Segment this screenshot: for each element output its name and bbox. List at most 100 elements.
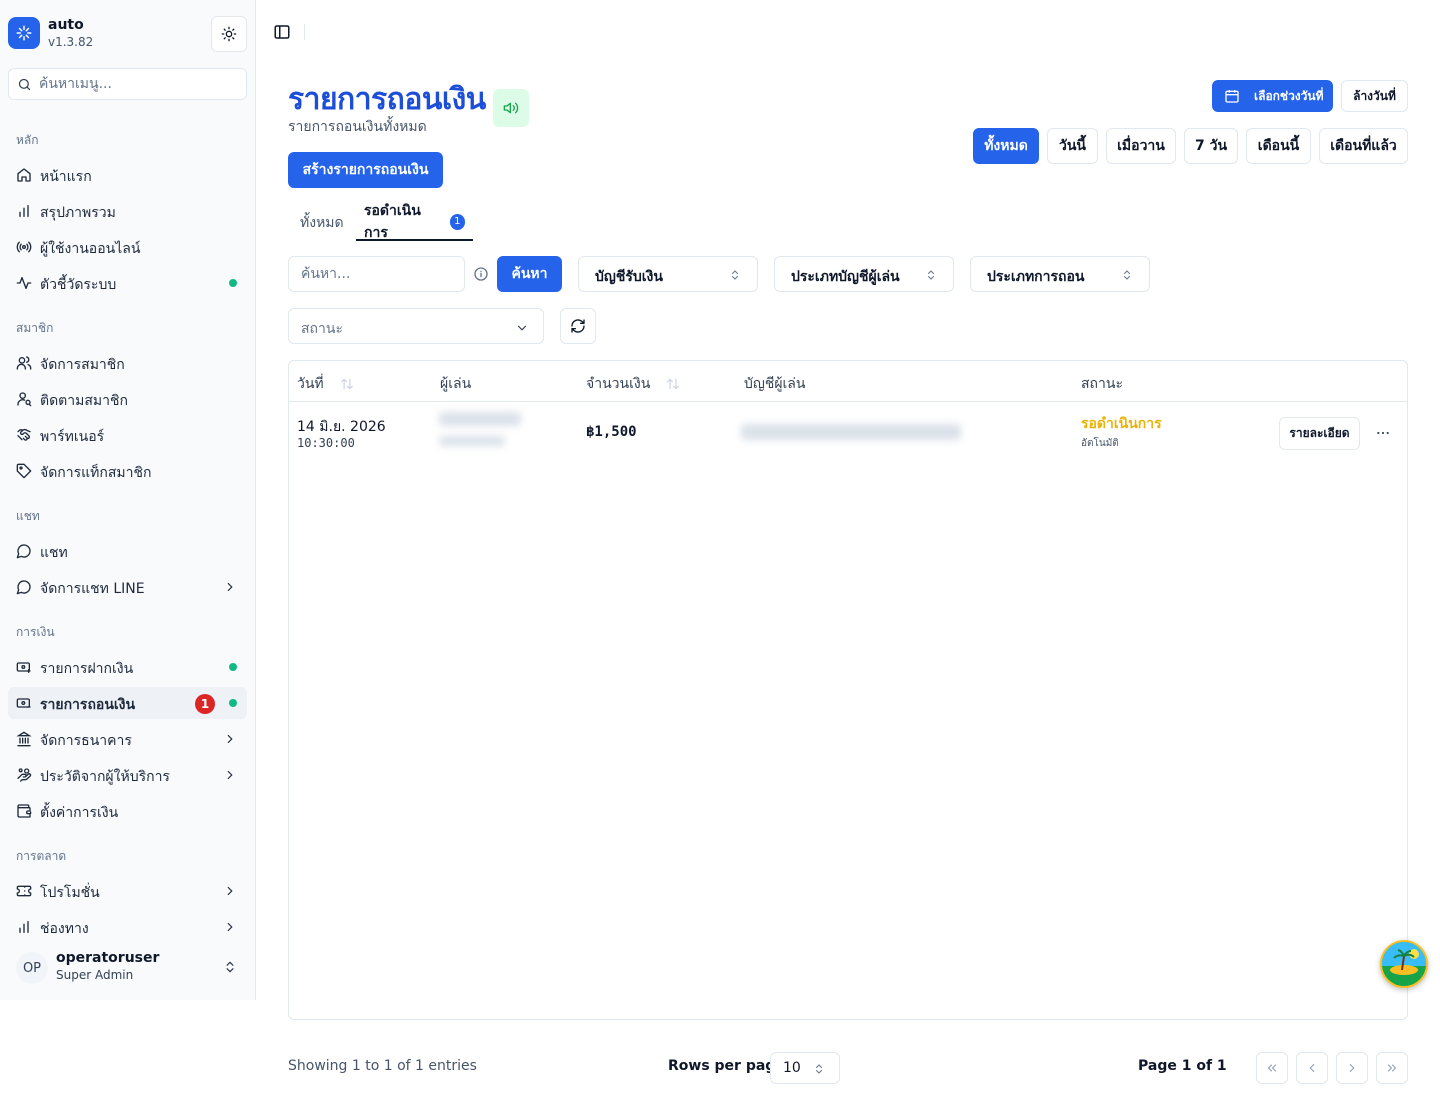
sidebar-item-system-metrics[interactable]: ตัวชี้วัดระบบ <box>8 267 247 299</box>
pending-count-badge: 1 <box>195 694 215 714</box>
col-amount-header[interactable]: จำนวนเงิน <box>586 373 680 395</box>
broadcast-icon <box>16 241 32 253</box>
row-date: 14 มิ.ย. 2026 <box>297 419 386 435</box>
floating-widget-button[interactable] <box>1380 940 1428 988</box>
chevrons-right-icon <box>1387 1064 1397 1072</box>
last-page-button[interactable] <box>1376 1052 1408 1084</box>
chevrons-up-down-icon <box>928 270 934 280</box>
ticket-icon <box>16 885 32 897</box>
chevron-down-icon <box>517 325 527 331</box>
sidebar-item-home[interactable]: หน้าแรก <box>8 159 247 191</box>
sidebar-item-member-tags[interactable]: จัดการแท็กสมาชิก <box>8 455 247 487</box>
message-circle-icon <box>16 544 31 559</box>
sidebar-item-label: โปรโมชั่น <box>40 885 100 901</box>
tab-pending[interactable]: รอดำเนินการ 1 <box>356 203 473 241</box>
chevron-right-icon <box>227 922 233 932</box>
tag-icon <box>16 463 32 479</box>
theme-toggle-button[interactable] <box>211 16 247 52</box>
sidebar-item-partner[interactable]: พาร์ทเนอร์ <box>8 419 247 451</box>
handshake-icon <box>17 428 31 441</box>
sidebar-item-promotions[interactable]: โปรโมชั่น <box>8 875 247 907</box>
search-icon <box>18 78 31 91</box>
sidebar-item-label: ผู้ใช้งานออนไลน์ <box>40 241 141 257</box>
banknote-in-icon <box>16 662 31 673</box>
detail-button[interactable]: รายละเอียด <box>1279 417 1360 450</box>
group-label-members: สมาชิก <box>16 321 54 335</box>
sidebar-item-deposits[interactable]: รายการฝากเงิน <box>8 651 247 683</box>
rows-per-page-label: Rows per page <box>668 1058 785 1074</box>
redacted-player-id <box>439 436 505 446</box>
sidebar-item-line-chat[interactable]: จัดการแชท LINE <box>8 571 247 603</box>
user-menu[interactable]: OP operatoruser Super Admin <box>8 944 247 992</box>
clear-date-button[interactable]: ล้างวันที่ <box>1341 80 1408 112</box>
col-amount-label: จำนวนเงิน <box>586 376 651 392</box>
page-info: Page 1 of 1 <box>1138 1058 1227 1074</box>
sidebar-item-online-users[interactable]: ผู้ใช้งานออนไลน์ <box>8 231 247 263</box>
group-label-marketing: การตลาด <box>16 849 67 863</box>
chevrons-up-down-icon <box>226 961 234 973</box>
date-range-button[interactable]: เลือกช่วงวันที่ <box>1212 80 1333 112</box>
tab-all[interactable]: ทั้งหมด <box>292 204 352 241</box>
menu-search[interactable] <box>8 68 247 100</box>
date-range-label: เลือกช่วงวันที่ <box>1254 88 1324 103</box>
sidebar-item-chat[interactable]: แชท <box>8 535 247 567</box>
sidebar-item-channels[interactable]: ช่องทาง <box>8 911 247 943</box>
menu-search-input[interactable] <box>39 69 239 99</box>
range-yesterday-button[interactable]: เมื่อวาน <box>1106 128 1176 164</box>
range-last-month-button[interactable]: เดือนที่แล้ว <box>1319 128 1408 164</box>
sun-icon <box>221 26 237 42</box>
more-horizontal-icon <box>1377 431 1389 435</box>
sidebar-item-withdrawals[interactable]: รายการถอนเงิน 1 <box>8 687 247 719</box>
app-name: auto <box>48 17 84 33</box>
row-more-button[interactable] <box>1373 423 1393 443</box>
chevrons-left-icon <box>1267 1064 1277 1072</box>
sound-toggle-button[interactable] <box>493 89 529 127</box>
status-select[interactable]: สถานะ <box>288 308 544 344</box>
withdraw-type-select[interactable]: ประเภทการถอน <box>970 256 1150 292</box>
sidebar-item-finance-settings[interactable]: ตั้งค่าการเงิน <box>8 795 247 827</box>
range-this-month-button[interactable]: เดือนนี้ <box>1246 128 1311 164</box>
row-status: รอดำเนินการ <box>1081 416 1162 432</box>
range-today-button[interactable]: วันนี้ <box>1047 128 1098 164</box>
panel-left-icon <box>274 25 290 39</box>
table-row: 14 มิ.ย. 2026 10:30:00 ฿1,500 รอดำเนินกา… <box>289 402 1407 466</box>
wallet-icon <box>17 804 32 818</box>
sidebar-item-manage-members[interactable]: จัดการสมาชิก <box>8 347 247 379</box>
search-button[interactable]: ค้นหา <box>497 256 562 292</box>
volume-icon <box>503 102 519 114</box>
refresh-button[interactable] <box>560 308 596 344</box>
entries-summary: Showing 1 to 1 of 1 entries <box>288 1058 477 1074</box>
col-date-header[interactable]: วันที่ <box>297 373 354 395</box>
chevron-left-icon <box>1309 1063 1315 1073</box>
status-dot <box>229 699 237 707</box>
group-label-chat: แชท <box>16 509 40 523</box>
range-7days-button[interactable]: 7 วัน <box>1184 128 1238 164</box>
sidebar-item-label: รายการฝากเงิน <box>40 661 134 677</box>
col-status-header: สถานะ <box>1081 376 1123 392</box>
prev-page-button[interactable] <box>1296 1052 1328 1084</box>
search-input[interactable] <box>289 257 464 291</box>
sidebar: auto v1.3.82 หลัก หน้าแรก สรุปภาพรวม ผู้… <box>0 0 256 1000</box>
receiving-account-select[interactable]: บัญชีรับเงิน <box>578 256 758 292</box>
info-icon[interactable] <box>473 266 489 282</box>
sidebar-item-overview[interactable]: สรุปภาพรวม <box>8 195 247 227</box>
first-page-button[interactable] <box>1256 1052 1288 1084</box>
sidebar-item-label: จัดการแท็กสมาชิก <box>40 465 152 481</box>
col-player-account-header: บัญชีผู้เล่น <box>744 376 806 392</box>
search-field[interactable] <box>288 256 465 292</box>
sidebar-item-track-members[interactable]: ติดตามสมาชิก <box>8 383 247 415</box>
status-dot <box>229 663 237 671</box>
player-account-type-value: ประเภทบัญชีผู้เล่น <box>791 269 900 285</box>
sidebar-item-banks[interactable]: จัดการธนาคาร <box>8 723 247 755</box>
rows-per-page-select[interactable]: 10 <box>770 1052 840 1084</box>
app-version: v1.3.82 <box>48 35 94 49</box>
banknote-out-icon <box>16 698 31 708</box>
activity-icon <box>16 277 32 289</box>
range-all-button[interactable]: ทั้งหมด <box>973 128 1039 164</box>
sidebar-toggle-button[interactable] <box>270 20 294 44</box>
create-withdrawal-button[interactable]: สร้างรายการถอนเงิน <box>288 152 443 188</box>
sidebar-item-provider-history[interactable]: ประวัติจากผู้ให้บริการ <box>8 759 247 791</box>
player-account-type-select[interactable]: ประเภทบัญชีผู้เล่น <box>774 256 954 292</box>
chevron-right-icon <box>227 734 233 744</box>
next-page-button[interactable] <box>1336 1052 1368 1084</box>
